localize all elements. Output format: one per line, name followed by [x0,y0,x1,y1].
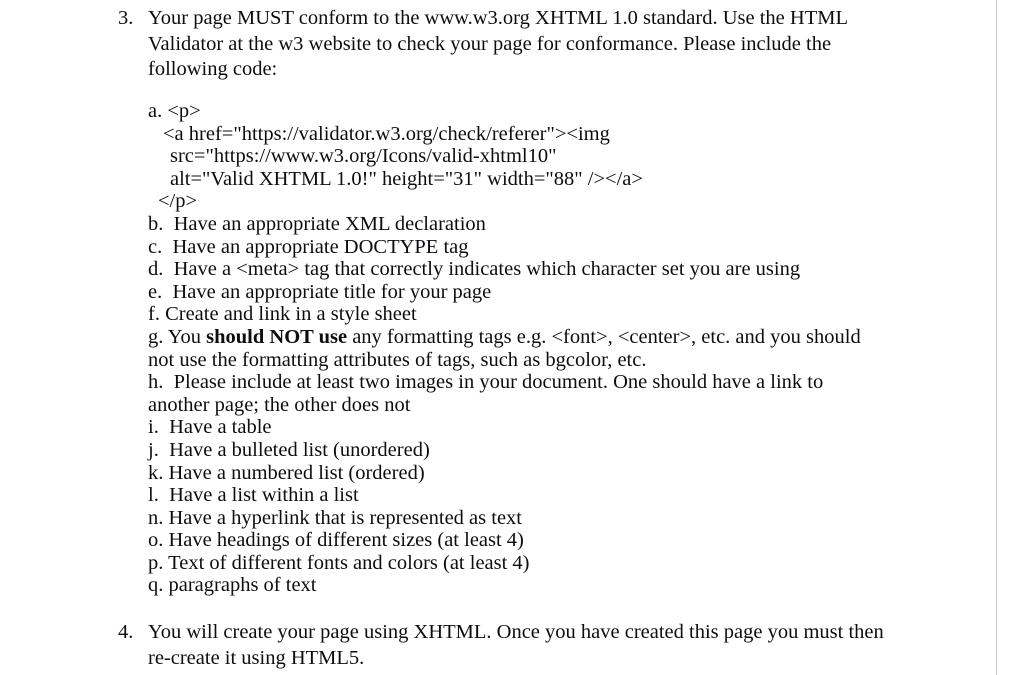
numbered-item-4-text: You will create your page using XHTML. O… [148,621,884,669]
list-marker: k. [148,461,164,484]
code-line: <a href="https://validator.w3.org/check/… [148,123,888,146]
code-line: </p> [148,190,888,213]
code-line: src="https://www.w3.org/Icons/valid-xhtm… [148,145,888,168]
list-marker: i. [148,416,159,439]
sub-item-n: n. Have a hyperlink that is represented … [148,507,888,530]
code-text: <p> [167,100,201,122]
list-marker: l. [148,484,159,507]
list-marker: p. [148,551,164,574]
sub-item-k: k. Have a numbered list (ordered) [148,462,888,485]
sub-item-i-text: Have a table [169,416,272,439]
lettered-sub-list: a. <p> <a href="https://validator.w3.org… [148,100,888,597]
list-marker: 4. [118,621,134,643]
sub-item-f-text: Create and link in a style sheet [165,303,417,326]
numbered-item-3: 3. Your page MUST conform to the www.w3.… [118,6,878,83]
page-edge-line [996,0,997,675]
sub-item-g-emphasis: should NOT use [206,325,348,348]
sub-item-h: h. Please include at least two images in… [148,371,888,416]
sub-item-f: f. Create and link in a style sheet [148,303,888,326]
sub-item-g: g. You should NOT use any formatting tag… [148,326,888,371]
code-text: src="https://www.w3.org/Icons/valid-xhtm… [170,145,557,168]
list-marker: f. [148,303,160,326]
sub-item-q-text: paragraphs of text [168,574,317,597]
list-marker: e. [148,280,163,303]
list-marker: c. [148,235,163,258]
sub-item-d: d. Have a <meta> tag that correctly indi… [148,258,888,281]
list-marker: 3. [118,7,134,29]
sub-item-j-text: Have a bulleted list (unordered) [169,438,430,461]
sub-item-e: e. Have an appropriate title for your pa… [148,281,888,304]
list-marker: d. [148,258,164,281]
list-marker: j. [148,438,159,461]
sub-item-l-text: Have a list within a list [169,484,359,507]
document-page: 3. Your page MUST conform to the www.w3.… [0,0,1012,675]
list-marker: g. [148,325,164,348]
sub-item-b-text: Have an appropriate XML declaration [173,212,486,235]
sub-item-e-text: Have an appropriate title for your page [172,280,492,303]
list-marker: q. [148,574,164,597]
list-marker: o. [148,529,164,552]
code-text: </p> [158,190,198,213]
sub-item-l: l. Have a list within a list [148,484,888,507]
sub-item-d-text: Have a <meta> tag that correctly indicat… [173,258,801,281]
code-line: alt="Valid XHTML 1.0!" height="31" width… [148,168,888,191]
sub-item-k-text: Have a numbered list (ordered) [168,461,425,484]
code-text: <a href="https://validator.w3.org/check/… [163,122,610,145]
sub-item-h-text: Please include at least two images in yo… [148,371,824,416]
code-text: alt="Valid XHTML 1.0!" height="31" width… [170,167,643,190]
list-marker: a. [148,100,163,122]
sub-item-j: j. Have a bulleted list (unordered) [148,439,888,462]
sub-item-g-text-before: You [167,325,207,348]
sub-item-q: q. paragraphs of text [148,574,888,597]
list-marker: h. [148,371,164,394]
sub-item-b: b. Have an appropriate XML declaration [148,213,888,236]
code-line: a. <p> [148,100,888,123]
list-marker: n. [148,506,164,529]
sub-item-a-code-block: a. <p> <a href="https://validator.w3.org… [148,100,888,213]
numbered-item-3-text: Your page MUST conform to the www.w3.org… [148,7,848,80]
sub-item-c: c. Have an appropriate DOCTYPE tag [148,236,888,259]
sub-item-p: p. Text of different fonts and colors (a… [148,552,888,575]
sub-item-i: i. Have a table [148,416,888,439]
sub-item-o-text: Have headings of different sizes (at lea… [168,529,524,552]
numbered-item-4: 4. You will create your page using XHTML… [118,620,888,671]
list-marker: b. [148,212,164,235]
sub-item-o: o. Have headings of different sizes (at … [148,529,888,552]
sub-item-p-text: Text of different fonts and colors (at l… [168,551,530,574]
sub-item-n-text: Have a hyperlink that is represented as … [168,506,523,529]
sub-item-c-text: Have an appropriate DOCTYPE tag [172,235,469,258]
